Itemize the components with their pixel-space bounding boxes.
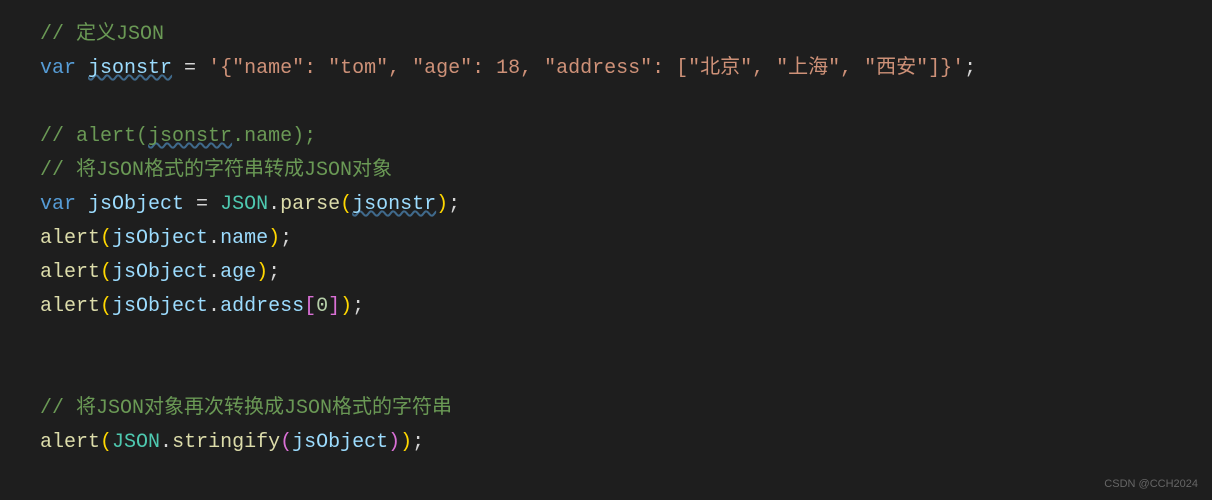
- comment-prefix: //: [40, 125, 76, 148]
- code-line-5: var jsObject = JSON.parse(jsonstr);: [40, 188, 1212, 222]
- code-line-7: alert(jsObject.age);: [40, 256, 1212, 290]
- function-stringify: stringify: [172, 431, 280, 454]
- semicolon: ;: [268, 261, 280, 284]
- blank-line: [40, 324, 1212, 358]
- comment-rest: .name);: [232, 125, 316, 148]
- dot: .: [208, 227, 220, 250]
- variable-jsObject: jsObject: [112, 261, 208, 284]
- code-line-10: alert(JSON.stringify(jsObject));: [40, 426, 1212, 460]
- code-line-1: // 定义JSON: [40, 18, 1212, 52]
- code-line-4: // 将JSON格式的字符串转成JSON对象: [40, 154, 1212, 188]
- object-json: JSON: [112, 431, 160, 454]
- dot: .: [208, 261, 220, 284]
- semicolon: ;: [448, 193, 460, 216]
- open-paren: (: [340, 193, 352, 216]
- open-paren: (: [100, 261, 112, 284]
- close-paren: ): [436, 193, 448, 216]
- equals: =: [184, 193, 220, 216]
- dot: .: [208, 295, 220, 318]
- open-bracket: [: [304, 295, 316, 318]
- comment: // 将JSON格式的字符串转成JSON对象: [40, 159, 392, 182]
- blank-line: [40, 358, 1212, 392]
- semicolon: ;: [352, 295, 364, 318]
- variable-jsObject: jsObject: [292, 431, 388, 454]
- keyword-var: var: [40, 57, 76, 80]
- function-alert: alert: [40, 295, 100, 318]
- comment: // 将JSON对象再次转换成JSON格式的字符串: [40, 397, 452, 420]
- close-bracket: ]: [328, 295, 340, 318]
- function-alert: alert: [40, 261, 100, 284]
- comment-jsonstr: jsonstr: [148, 125, 232, 148]
- code-line-8: alert(jsObject.address[0]);: [40, 290, 1212, 324]
- keyword-var: var: [40, 193, 76, 216]
- comment: // 定义JSON: [40, 23, 164, 46]
- open-paren: (: [100, 295, 112, 318]
- comment-alert: alert: [76, 125, 136, 148]
- semicolon: ;: [964, 57, 976, 80]
- number-zero: 0: [316, 295, 328, 318]
- semicolon: ;: [412, 431, 424, 454]
- blank-line: [40, 86, 1212, 120]
- property-address: address: [220, 295, 304, 318]
- code-line-3: // alert(jsonstr.name);: [40, 120, 1212, 154]
- close-paren: ): [256, 261, 268, 284]
- code-editor[interactable]: // 定义JSON var jsonstr = '{"name": "tom",…: [40, 18, 1212, 460]
- close-paren: ): [268, 227, 280, 250]
- semicolon: ;: [280, 227, 292, 250]
- function-parse: parse: [280, 193, 340, 216]
- dot: .: [268, 193, 280, 216]
- equals: =: [172, 57, 208, 80]
- function-alert: alert: [40, 227, 100, 250]
- code-line-9: // 将JSON对象再次转换成JSON格式的字符串: [40, 392, 1212, 426]
- string-literal: '{"name": "tom", "age": 18, "address": […: [208, 57, 964, 80]
- variable-jsObject: jsObject: [112, 295, 208, 318]
- property-age: age: [220, 261, 256, 284]
- variable-jsObject: jsObject: [112, 227, 208, 250]
- comment-open: (: [136, 125, 148, 148]
- open-paren-inner: (: [280, 431, 292, 454]
- property-name: name: [220, 227, 268, 250]
- variable-jsonstr: jsonstr: [352, 193, 436, 216]
- code-line-2: var jsonstr = '{"name": "tom", "age": 18…: [40, 52, 1212, 86]
- function-alert: alert: [40, 431, 100, 454]
- variable-jsObject: jsObject: [88, 193, 184, 216]
- variable-jsonstr: jsonstr: [88, 57, 172, 80]
- open-paren: (: [100, 431, 112, 454]
- code-line-6: alert(jsObject.name);: [40, 222, 1212, 256]
- dot: .: [160, 431, 172, 454]
- close-paren: ): [340, 295, 352, 318]
- close-paren: ): [400, 431, 412, 454]
- close-paren-inner: ): [388, 431, 400, 454]
- open-paren: (: [100, 227, 112, 250]
- object-json: JSON: [220, 193, 268, 216]
- watermark: CSDN @CCH2024: [1104, 475, 1198, 494]
